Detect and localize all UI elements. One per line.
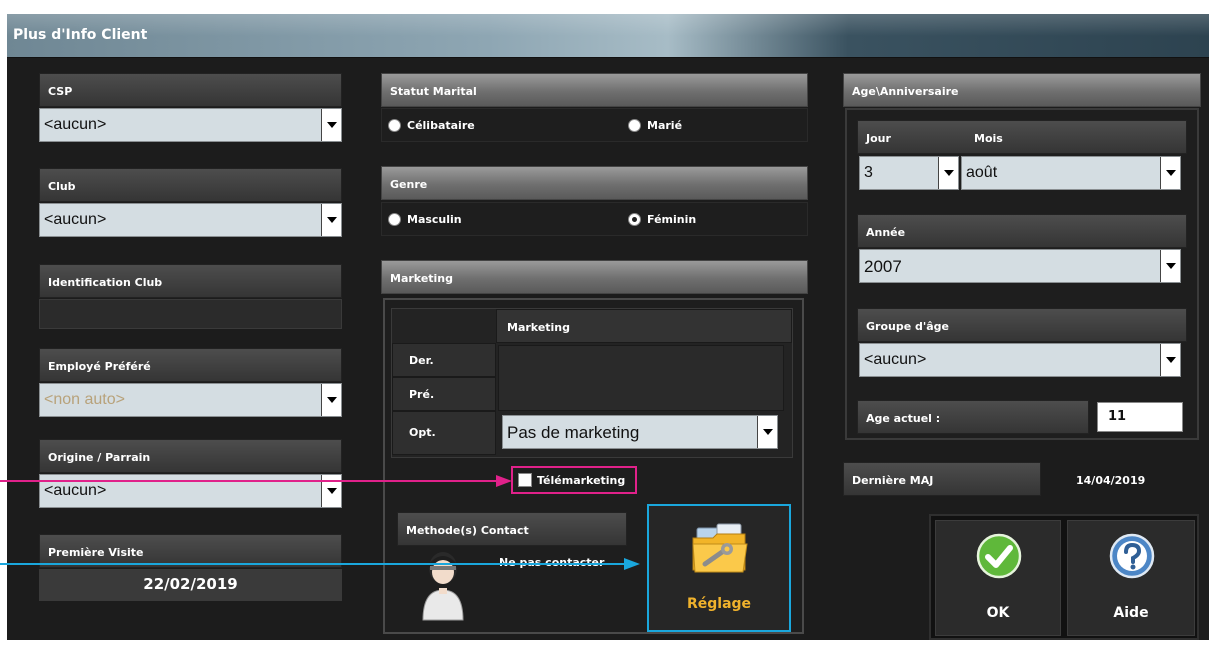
cyan-arrowhead-icon [624, 558, 640, 570]
magenta-arrowhead-icon [496, 475, 512, 487]
annotation-arrows [0, 475, 640, 570]
